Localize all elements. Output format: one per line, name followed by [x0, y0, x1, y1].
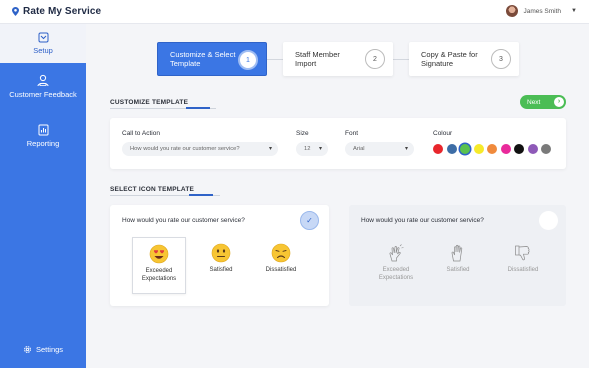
clapping-hands-icon: [389, 244, 404, 262]
sidebar-item-label: Reporting: [26, 139, 60, 148]
option-label: Exceeded Expectations: [141, 268, 177, 282]
option-label: Dissatisfied: [265, 267, 297, 273]
colour-swatch[interactable]: [487, 144, 497, 154]
sidebar-item-label: Setup: [33, 46, 53, 55]
size-label: Size: [296, 130, 309, 137]
icon-template-heading: SELECT ICON TEMPLATE: [110, 186, 195, 193]
user-menu[interactable]: James Smith ▼: [506, 5, 577, 17]
font-value: Arial: [353, 146, 365, 152]
option-dissatisfied[interactable]: Dissatisfied: [254, 237, 308, 294]
chevron-down-icon: ▾: [268, 146, 272, 152]
option-label: Exceeded Expectations: [378, 267, 414, 281]
section-accent: [189, 194, 213, 196]
option-exceeded-expectations[interactable]: Exceeded Expectations: [369, 237, 423, 294]
top-bar: Rate My Service James Smith ▼: [0, 0, 589, 24]
template-question: How would you rate our customer service?: [122, 217, 245, 224]
app-title: Rate My Service: [23, 6, 102, 17]
template-question: How would you rate our customer service?: [361, 217, 484, 224]
setup-icon: [38, 32, 48, 43]
sidebar-item-settings[interactable]: Settings: [0, 345, 86, 354]
step-label: Staff Member Import: [295, 49, 340, 69]
call-to-action-label: Call to Action: [122, 130, 160, 137]
app-logo[interactable]: Rate My Service: [12, 6, 101, 17]
step-number: 2: [365, 49, 385, 69]
chevron-down-icon: ▼: [571, 8, 577, 14]
arrow-right-icon: ›: [554, 97, 564, 107]
colour-label: Colour: [433, 130, 453, 137]
sad-face-emoji-icon: [271, 243, 291, 263]
font-label: Font: [345, 130, 359, 137]
sidebar-item-setup[interactable]: Setup: [0, 32, 86, 55]
colour-swatch[interactable]: [460, 144, 470, 154]
step-connector: [267, 59, 283, 60]
option-label: Satisfied: [209, 267, 233, 273]
colour-swatch[interactable]: [433, 144, 443, 154]
option-satisfied[interactable]: Satisfied: [431, 237, 485, 294]
colour-swatch[interactable]: [446, 144, 457, 154]
avatar: [506, 5, 519, 17]
colour-swatch[interactable]: [541, 144, 551, 154]
call-to-action-select[interactable]: How would you rate our customer service?…: [122, 142, 278, 156]
step-number: 1: [238, 50, 258, 70]
colour-swatch[interactable]: [514, 144, 524, 154]
option-label: Dissatisfied: [507, 267, 539, 273]
user-name: James Smith: [523, 7, 562, 15]
customize-panel: Call to Action How would you rate our cu…: [110, 118, 566, 169]
thumbs-down-icon: [515, 245, 530, 261]
step-label: Copy & Paste for Signature: [421, 49, 478, 69]
step-connector: [393, 59, 409, 60]
icon-template-card-hands[interactable]: How would you rate our customer service?…: [349, 205, 566, 306]
chevron-down-icon: ▾: [404, 146, 408, 152]
step-customize[interactable]: Customize & Select Template 1: [157, 42, 267, 76]
neutral-face-emoji-icon: [211, 243, 231, 263]
size-value: 12: [304, 146, 311, 152]
step-staff-import[interactable]: Staff Member Import 2: [283, 42, 393, 76]
customer-feedback-icon: [37, 74, 49, 87]
next-button[interactable]: Next ›: [520, 95, 566, 109]
chevron-down-icon: ▾: [318, 146, 322, 152]
sidebar-item-label: Settings: [35, 345, 64, 354]
step-copy-paste[interactable]: Copy & Paste for Signature 3: [409, 42, 519, 76]
size-select[interactable]: 12 ▾: [296, 142, 328, 156]
reporting-icon: [38, 124, 48, 136]
check-icon[interactable]: ✓: [300, 211, 319, 230]
logo-pin-icon: [12, 7, 19, 16]
colour-swatch[interactable]: [500, 144, 511, 154]
sidebar-item-reporting[interactable]: Reporting: [0, 124, 86, 148]
option-label: Satisfied: [446, 267, 470, 273]
select-template-radio[interactable]: [539, 211, 558, 230]
option-dissatisfied[interactable]: Dissatisfied: [496, 237, 550, 294]
icon-template-card-emoji[interactable]: How would you rate our customer service?…: [110, 205, 329, 306]
gear-icon: [24, 346, 31, 353]
step-label: Customize & Select Template: [170, 49, 236, 69]
font-select[interactable]: Arial ▾: [345, 142, 414, 156]
step-number: 3: [491, 49, 511, 69]
next-label: Next: [527, 98, 541, 106]
colour-swatch[interactable]: [527, 144, 538, 154]
raised-hand-icon: [451, 244, 463, 262]
section-accent: [186, 107, 210, 109]
sidebar-item-label: Customer Feedback: [9, 90, 77, 99]
option-exceeded-expectations[interactable]: Exceeded Expectations: [132, 237, 186, 294]
call-to-action-value: How would you rate our customer service?: [130, 146, 240, 152]
colour-swatch[interactable]: [473, 144, 484, 154]
heart-eyes-emoji-icon: [149, 244, 169, 264]
customize-heading: CUSTOMIZE TEMPLATE: [110, 99, 189, 106]
option-satisfied[interactable]: Satisfied: [194, 237, 248, 294]
sidebar-item-customer-feedback[interactable]: Customer Feedback: [0, 74, 86, 99]
sidebar: [0, 63, 86, 368]
